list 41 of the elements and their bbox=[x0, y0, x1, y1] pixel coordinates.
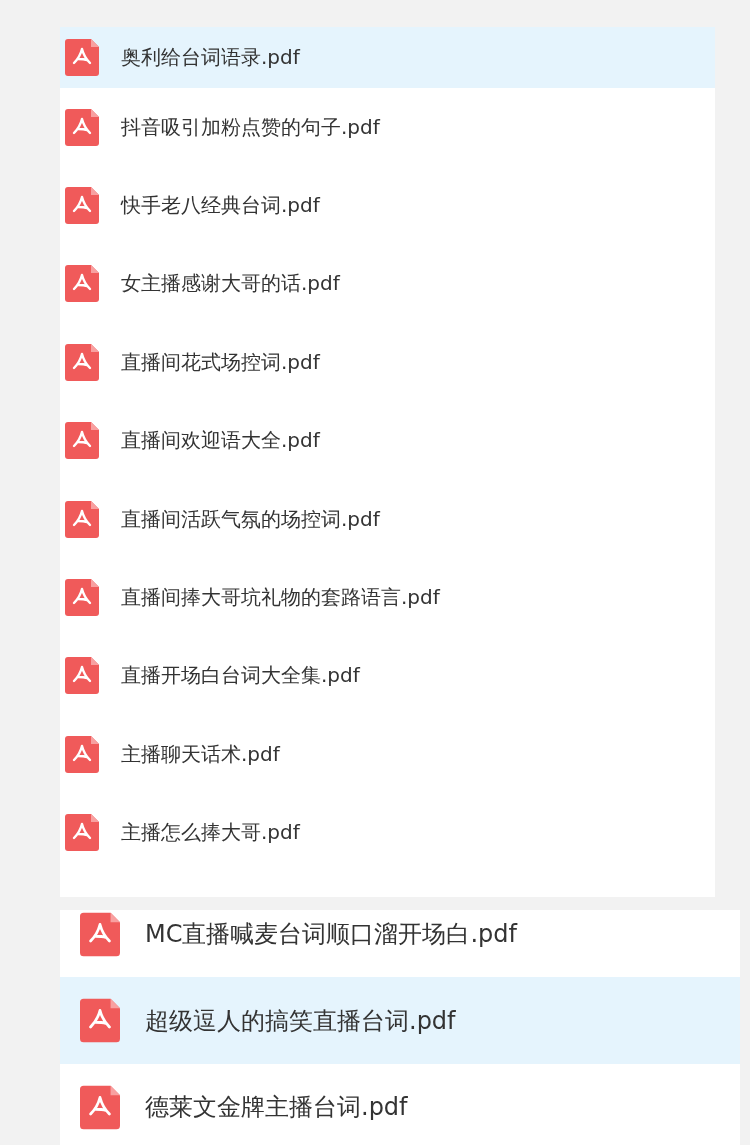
file-row[interactable]: 主播聊天话术.pdf bbox=[60, 715, 715, 794]
file-row[interactable]: 直播间欢迎语大全.pdf bbox=[60, 401, 715, 480]
file-name: 直播间捧大哥坑礼物的套路语言.pdf bbox=[121, 584, 440, 612]
pdf-file-icon bbox=[65, 500, 99, 538]
file-name: 直播间活跃气氛的场控词.pdf bbox=[121, 505, 380, 533]
file-row[interactable]: 奥利给台词语录.pdf bbox=[60, 27, 715, 88]
pdf-file-icon bbox=[65, 814, 99, 852]
pdf-file-icon bbox=[65, 108, 99, 146]
file-name: 主播怎么捧大哥.pdf bbox=[121, 819, 300, 847]
pdf-file-icon bbox=[65, 187, 99, 225]
pdf-file-icon bbox=[65, 657, 99, 695]
file-name: MC直播喊麦台词顺口溜开场白.pdf bbox=[145, 919, 517, 951]
file-name: 快手老八经典台词.pdf bbox=[121, 192, 320, 220]
pdf-file-icon bbox=[80, 998, 120, 1044]
file-name: 主播聊天话术.pdf bbox=[121, 740, 280, 768]
file-row[interactable]: 女主播感谢大哥的话.pdf bbox=[60, 244, 715, 324]
file-name: 奥利给台词语录.pdf bbox=[121, 44, 300, 71]
file-row[interactable]: 快手老八经典台词.pdf bbox=[60, 166, 715, 245]
file-name: 超级逗人的搞笑直播台词.pdf bbox=[145, 1005, 456, 1037]
pdf-file-icon bbox=[65, 579, 99, 617]
pdf-file-icon bbox=[65, 39, 99, 76]
file-row[interactable]: 德莱文金牌主播台词.pdf bbox=[60, 1063, 740, 1145]
file-row[interactable]: 主播怎么捧大哥.pdf bbox=[60, 793, 715, 872]
file-name: 女主播感谢大哥的话.pdf bbox=[121, 270, 340, 298]
pdf-file-icon bbox=[65, 735, 99, 773]
file-row[interactable]: 直播开场白台词大全集.pdf bbox=[60, 636, 715, 716]
pdf-file-icon bbox=[65, 422, 99, 460]
file-row[interactable]: 直播间捧大哥坑礼物的套路语言.pdf bbox=[60, 558, 715, 637]
file-name: 抖音吸引加粉点赞的句子.pdf bbox=[121, 113, 380, 141]
file-name: 直播开场白台词大全集.pdf bbox=[121, 662, 360, 690]
file-row[interactable]: 直播间活跃气氛的场控词.pdf bbox=[60, 479, 715, 559]
file-name: 直播间欢迎语大全.pdf bbox=[121, 427, 320, 455]
file-name: 德莱文金牌主播台词.pdf bbox=[145, 1092, 408, 1124]
file-row[interactable]: 抖音吸引加粉点赞的句子.pdf bbox=[60, 88, 715, 167]
file-name: 直播间花式场控词.pdf bbox=[121, 348, 320, 376]
file-row[interactable]: 超级逗人的搞笑直播台词.pdf bbox=[60, 977, 740, 1064]
pdf-file-icon bbox=[65, 265, 99, 303]
pdf-file-icon bbox=[80, 1084, 120, 1130]
file-row[interactable]: MC直播喊麦台词顺口溜开场白.pdf bbox=[60, 909, 740, 978]
file-row[interactable]: 直播间花式场控词.pdf bbox=[60, 323, 715, 402]
pdf-file-icon bbox=[65, 343, 99, 381]
